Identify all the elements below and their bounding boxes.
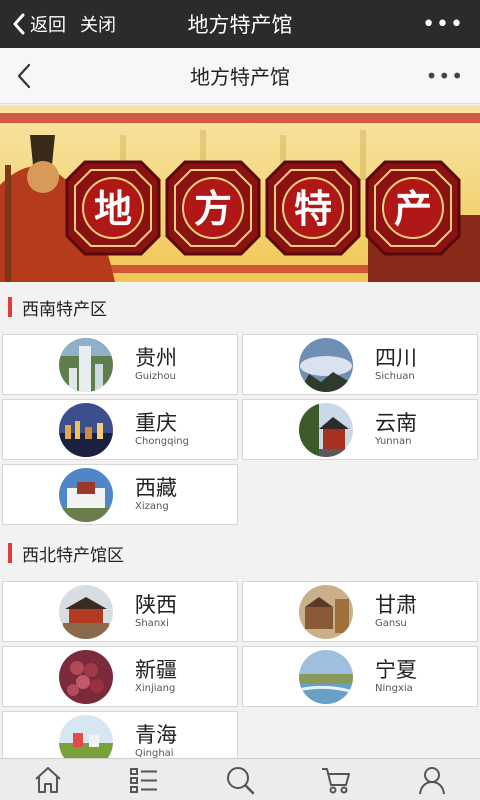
region-name: 青海 — [135, 722, 177, 747]
region-pinyin: Xinjiang — [135, 682, 176, 694]
mountain-cloud-photo-icon — [299, 337, 353, 392]
region-name: 云南 — [375, 410, 417, 435]
region-name: 新疆 — [135, 657, 177, 682]
region-name: 陕西 — [135, 592, 177, 617]
grapes-photo-icon — [59, 649, 113, 704]
section-accent-bar — [8, 297, 12, 317]
back-button[interactable]: 返回 — [12, 11, 66, 37]
bottom-tab-bar — [0, 758, 480, 800]
region-pinyin: Guizhou — [135, 370, 176, 382]
tab-search[interactable] — [218, 762, 262, 798]
pavilion-photo-icon — [299, 402, 353, 457]
region-pinyin: Xizang — [135, 500, 169, 512]
banner-char: 特 — [294, 187, 332, 231]
region-name: 四川 — [375, 345, 417, 370]
region-card-shanxi[interactable]: 陕西 Shanxi — [2, 581, 238, 642]
banner-image: 地 方 特 产 — [0, 105, 480, 282]
region-name: 甘肃 — [375, 592, 417, 617]
search-icon — [227, 766, 255, 794]
region-name: 贵州 — [135, 345, 177, 370]
tab-profile[interactable] — [410, 762, 454, 798]
potala-palace-photo-icon — [59, 467, 113, 522]
city-night-photo-icon — [59, 402, 113, 457]
region-pinyin: Yunnan — [375, 435, 412, 447]
tab-categories[interactable] — [122, 762, 166, 798]
page-title: 地方特产馆 — [190, 65, 290, 89]
region-pinyin: Chongqing — [135, 435, 189, 447]
region-card-guizhou[interactable]: 贵州 Guizhou — [2, 334, 238, 395]
region-pinyin: Sichuan — [375, 370, 415, 382]
hero-banner[interactable]: 地 方 特 产 — [0, 105, 480, 282]
profile-icon — [419, 766, 445, 794]
window-title: 地方特产馆 — [187, 13, 293, 37]
region-pinyin: Shanxi — [135, 617, 169, 629]
more-options-button[interactable]: ••• — [422, 12, 464, 37]
page-more-button[interactable]: ••• — [426, 64, 464, 88]
page-header: 地方特产馆 ••• — [0, 48, 480, 104]
back-arrow-icon — [13, 13, 25, 35]
region-card-xinjiang[interactable]: 新疆 Xinjiang — [2, 646, 238, 707]
cart-icon — [322, 767, 350, 793]
region-card-gansu[interactable]: 甘肃 Gansu — [242, 581, 478, 642]
section-title: 西北特产馆区 — [22, 545, 124, 566]
region-card-yunnan[interactable]: 云南 Yunnan — [242, 399, 478, 460]
section-header-southwest: 西南特产区 — [0, 287, 480, 327]
region-card-xizang[interactable]: 西藏 Xizang — [2, 464, 238, 525]
chevron-left-icon[interactable] — [14, 62, 34, 90]
city-gate-photo-icon — [59, 584, 113, 639]
section-title: 西南特产区 — [22, 299, 107, 320]
wetland-photo-icon — [299, 649, 353, 704]
region-pinyin: Gansu — [375, 617, 407, 629]
tab-home[interactable] — [26, 762, 70, 798]
top-navigation-bar: 返回 关闭 地方特产馆 ••• — [0, 0, 480, 48]
section-header-northwest: 西北特产馆区 — [0, 533, 480, 573]
waterfall-photo-icon — [59, 337, 113, 392]
section-accent-bar — [8, 543, 12, 563]
region-card-ningxia[interactable]: 宁夏 Ningxia — [242, 646, 478, 707]
tab-cart[interactable] — [314, 762, 358, 798]
desert-fortress-photo-icon — [299, 584, 353, 639]
list-icon — [130, 767, 157, 793]
back-label: 返回 — [30, 15, 66, 36]
close-button[interactable]: 关闭 — [80, 11, 116, 37]
region-pinyin: Ningxia — [375, 682, 413, 694]
banner-char: 地 — [94, 187, 132, 231]
banner-char: 产 — [394, 187, 432, 231]
region-name: 西藏 — [135, 475, 177, 500]
region-card-chongqing[interactable]: 重庆 Chongqing — [2, 399, 238, 460]
banner-char: 方 — [194, 187, 232, 231]
region-name: 重庆 — [135, 410, 177, 435]
region-name: 宁夏 — [375, 657, 417, 682]
region-card-sichuan[interactable]: 四川 Sichuan — [242, 334, 478, 395]
home-icon — [35, 766, 61, 793]
